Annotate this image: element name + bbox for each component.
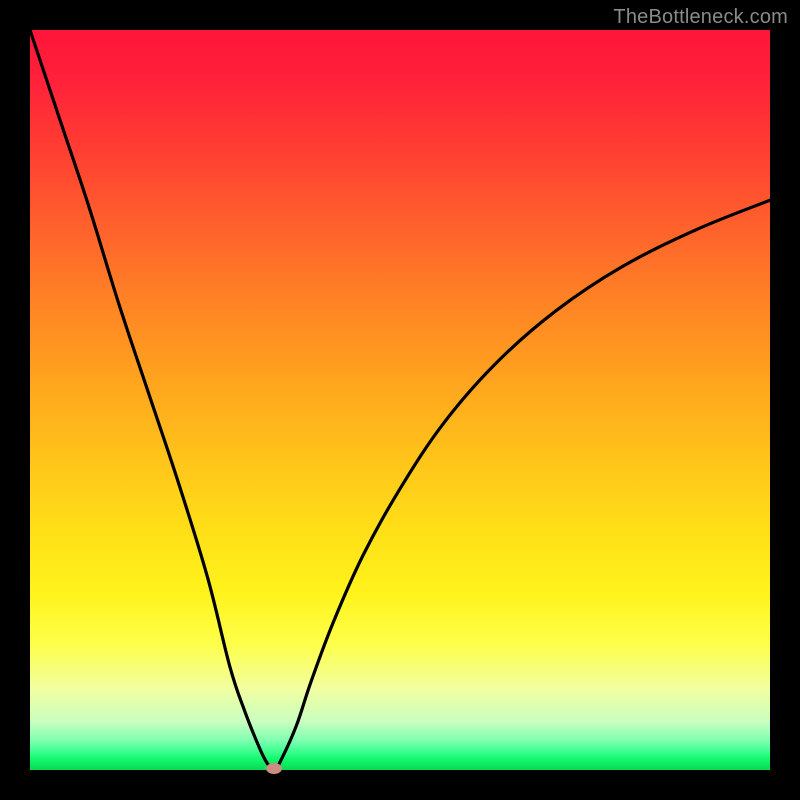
bottleneck-curve <box>30 30 770 770</box>
chart-frame: TheBottleneck.com <box>0 0 800 800</box>
plot-area <box>30 30 770 770</box>
watermark-text: TheBottleneck.com <box>613 6 788 29</box>
minimum-point-marker <box>266 763 282 774</box>
